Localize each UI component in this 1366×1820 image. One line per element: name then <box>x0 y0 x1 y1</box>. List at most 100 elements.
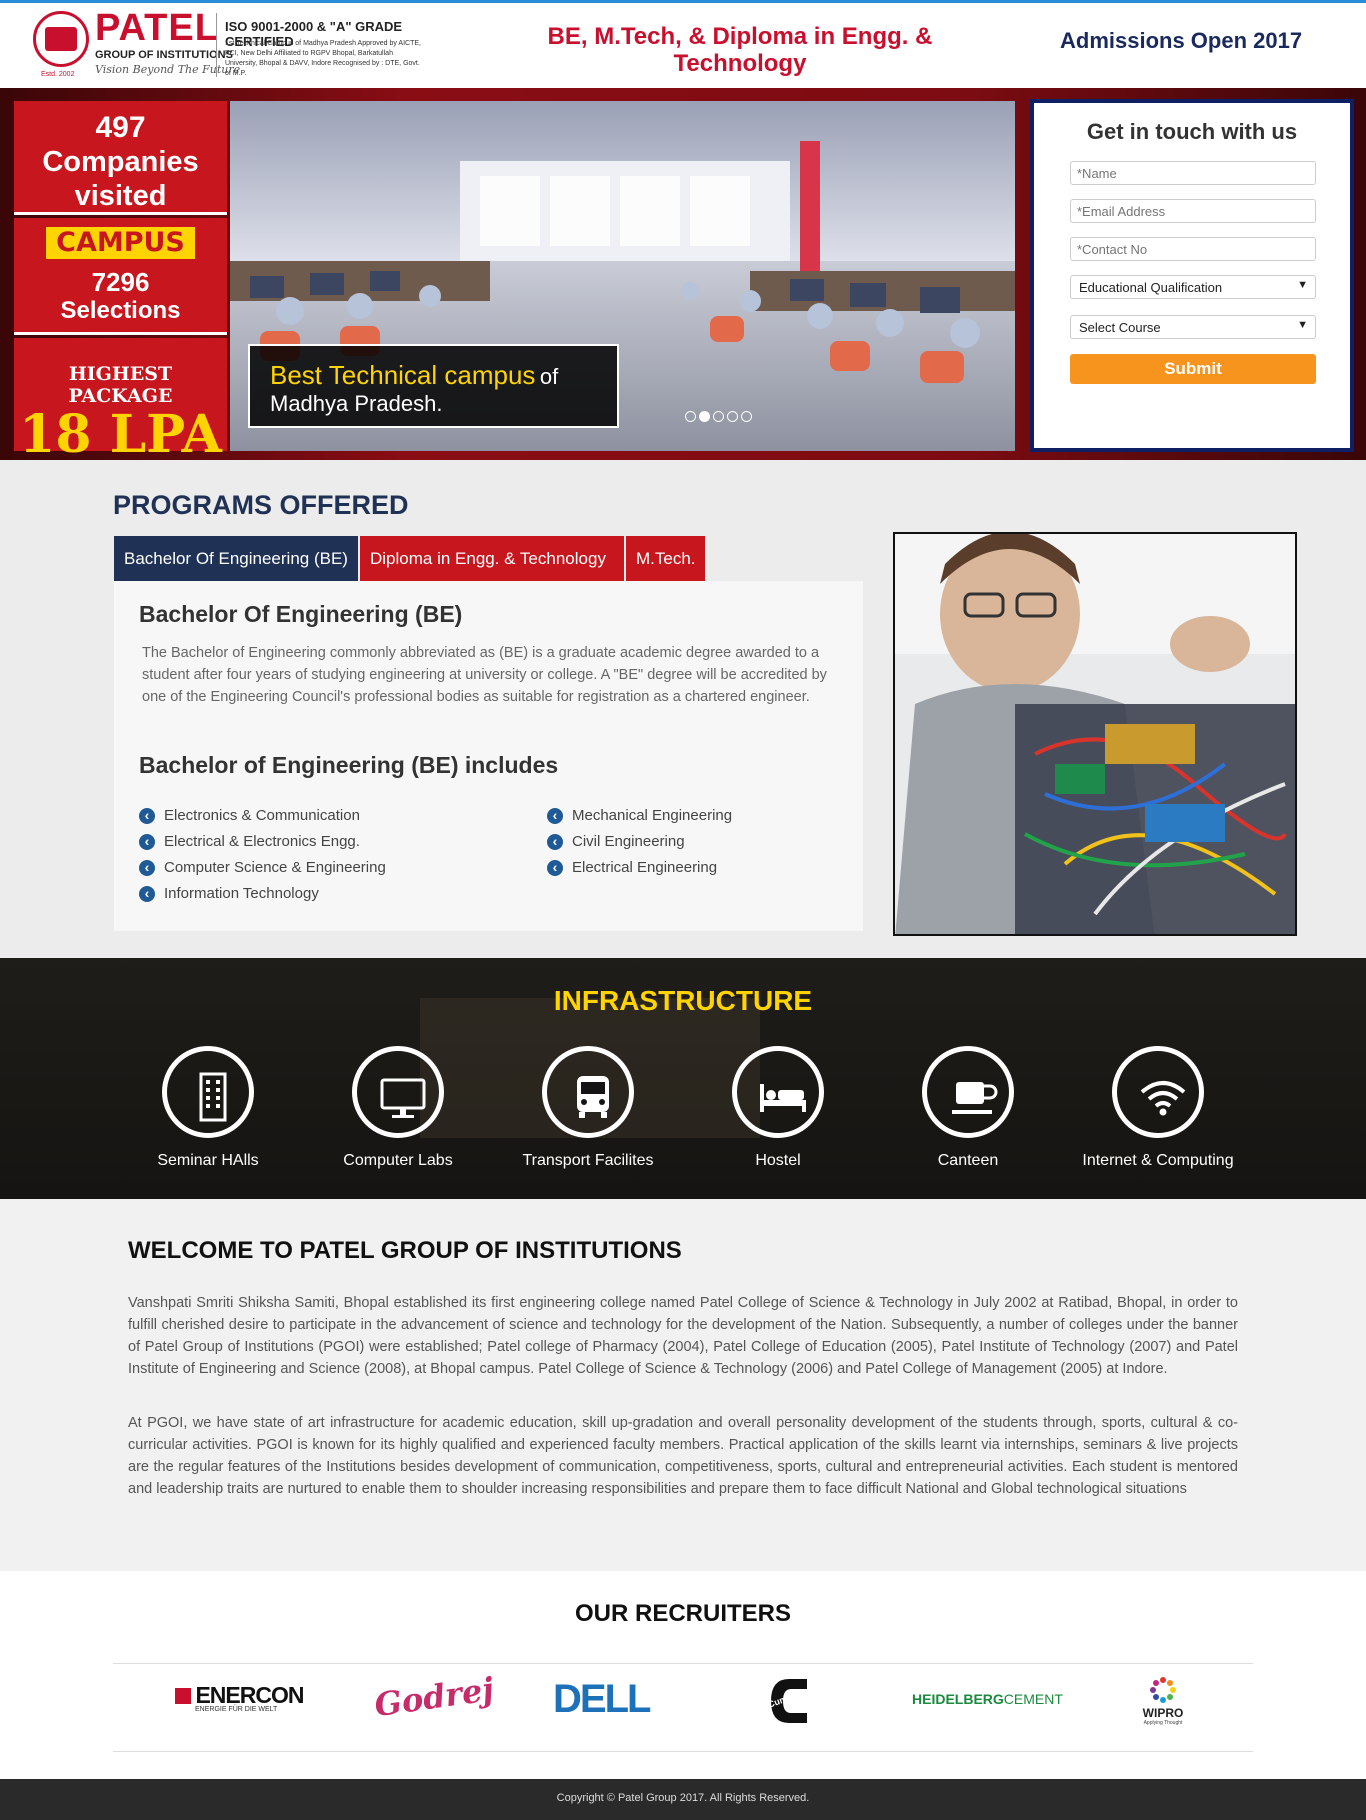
recruiters-section: OUR RECRUITERS ENERCON ENERGIE FÜR DIE W… <box>0 1571 1366 1779</box>
selections-label: Selections <box>60 297 181 324</box>
dropdown-arrow-icon: ▼ <box>1297 279 1308 291</box>
bus-icon <box>542 1046 634 1138</box>
recruiters-divider-bottom <box>113 1751 1253 1752</box>
branch-list-left: Electronics & Communication Electrical &… <box>139 807 386 911</box>
logo-divider <box>216 13 217 77</box>
list-item: Civil Engineering <box>547 833 732 859</box>
bed-icon <box>732 1046 824 1138</box>
list-item: Information Technology <box>139 885 386 911</box>
list-item: Mechanical Engineering <box>547 807 732 833</box>
slider-dot-3[interactable] <box>713 411 724 422</box>
qualification-value: Educational Qualification <box>1079 280 1223 295</box>
course-select[interactable]: Select Course ▼ <box>1070 315 1316 339</box>
highest-package-stat: HIGHEST PACKAGE 18 LPA <box>14 338 227 463</box>
programs-section: PROGRAMS OFFERED Bachelor Of Engineering… <box>0 460 1366 958</box>
highest-package-value: 18 LPA <box>19 404 222 465</box>
name-input[interactable] <box>1070 161 1316 185</box>
student-electronics-photo <box>893 532 1297 936</box>
list-item: Electronics & Communication <box>139 807 386 833</box>
infra-item-seminar-halls[interactable]: Seminar HAlls <box>118 1046 298 1170</box>
contact-input[interactable] <box>1070 237 1316 261</box>
companies-label-b: visited <box>74 180 167 212</box>
slider-dot-1[interactable] <box>685 411 696 422</box>
infra-item-computer-labs[interactable]: Computer Labs <box>308 1046 488 1170</box>
logo-tagline: Vision Beyond The Future <box>95 63 241 76</box>
course-value: Select Course <box>1079 320 1161 335</box>
qualification-select[interactable]: Educational Qualification ▼ <box>1070 275 1316 299</box>
branch-list-right: Mechanical Engineering Civil Engineering… <box>547 807 732 885</box>
logo-established: Estd. 2002 <box>41 71 75 78</box>
dropdown-arrow-icon: ▼ <box>1297 319 1308 331</box>
welcome-paragraph-1: Vanshpati Smriti Shiksha Samiti, Bhopal … <box>128 1295 1238 1377</box>
enquiry-form: Get in touch with us Educational Qualifi… <box>1030 99 1354 452</box>
infrastructure-section: INFRASTRUCTURE Seminar HAlls Computer La… <box>0 958 1366 1199</box>
selections-count: 7296 <box>91 267 150 297</box>
program-description: The Bachelor of Engineering commonly abb… <box>142 645 827 705</box>
tab-be[interactable]: Bachelor Of Engineering (BE) <box>114 536 358 581</box>
infra-label: Hostel <box>755 1152 801 1169</box>
highest-package-label: HIGHEST PACKAGE <box>68 363 173 407</box>
infrastructure-title: INFRASTRUCTURE <box>553 985 813 1016</box>
companies-count: 497 <box>95 111 146 144</box>
campus-image-slider[interactable]: Best Technical campus of Madhya Pradesh. <box>230 101 1015 451</box>
includes-heading: Bachelor of Engineering (BE) includes <box>139 752 559 778</box>
companies-visited-stat: 497 Companies visited <box>14 101 227 215</box>
slider-dot-4[interactable] <box>727 411 738 422</box>
copyright-text: Copyright © Patel Group 2017. All Rights… <box>556 1792 810 1804</box>
placement-stats: 497 Companies visited CAMPUS 7296 Select… <box>14 101 227 463</box>
infra-item-hostel[interactable]: Hostel <box>688 1046 868 1170</box>
tab-diploma[interactable]: Diploma in Engg. & Technology <box>360 536 624 581</box>
wifi-icon <box>1112 1046 1204 1138</box>
slide-caption: Best Technical campus of Madhya Pradesh. <box>248 344 619 428</box>
caption-location: Madhya Pradesh. <box>270 391 443 416</box>
admissions-open-heading: Admissions Open 2017 <box>1060 28 1303 53</box>
email-input[interactable] <box>1070 199 1316 223</box>
infra-item-internet[interactable]: Internet & Computing <box>1068 1046 1248 1170</box>
infra-label: Canteen <box>937 1152 999 1169</box>
infra-label: Transport Facilites <box>522 1152 654 1169</box>
slider-dots <box>685 409 755 423</box>
enercon-mark-icon <box>175 1687 191 1704</box>
programs-title: PROGRAMS OFFERED <box>113 490 409 520</box>
submit-button[interactable]: Submit <box>1070 354 1316 384</box>
monitor-icon <box>352 1046 444 1138</box>
cummins-logo: Cummins <box>765 1675 825 1727</box>
coffee-icon <box>922 1046 1014 1138</box>
caption-highlight: Best Technical campus <box>270 360 536 390</box>
recruiters-title: OUR RECRUITERS <box>574 1600 791 1627</box>
infra-item-canteen[interactable]: Canteen <box>878 1046 1058 1170</box>
header-programs-heading: BE, M.Tech, & Diploma in Engg. & Technol… <box>547 23 933 77</box>
slider-dot-5[interactable] <box>741 411 752 422</box>
welcome-section: WELCOME TO PATEL GROUP OF INSTITUTIONS V… <box>0 1199 1366 1571</box>
site-header: Estd. 2002 PATEL GROUP OF INSTITUTIONS V… <box>0 3 1366 88</box>
list-item: Computer Science & Engineering <box>139 859 386 885</box>
hero-banner: 497 Companies visited CAMPUS 7296 Select… <box>0 88 1366 463</box>
welcome-title: WELCOME TO PATEL GROUP OF INSTITUTIONS <box>128 1237 682 1264</box>
tab-mtech[interactable]: M.Tech. <box>626 536 705 581</box>
list-item: Electrical & Electronics Engg. <box>139 833 386 859</box>
infra-item-transport[interactable]: Transport Facilites <box>498 1046 678 1170</box>
caption-of: of <box>539 364 559 389</box>
logo-name: PATEL <box>95 7 219 49</box>
infra-label: Computer Labs <box>343 1152 453 1169</box>
infra-label: Internet & Computing <box>1082 1152 1234 1169</box>
infra-label: Seminar HAlls <box>157 1152 259 1169</box>
iso-certification-text: 1st Technical Campus of Madhya Pradesh A… <box>225 40 421 77</box>
slider-dot-2[interactable] <box>699 411 710 422</box>
logo-group: GROUP OF INSTITUTIONS <box>95 49 233 61</box>
program-content: Bachelor Of Engineering (BE) The Bachelo… <box>114 581 863 931</box>
wipro-logo: WIPRO Applying Thought <box>1138 1675 1188 1726</box>
campus-selections-stat: CAMPUS 7296 Selections <box>14 218 227 335</box>
recruiters-divider-top <box>113 1663 1253 1664</box>
list-item: Electrical Engineering <box>547 859 732 885</box>
site-logo[interactable]: Estd. 2002 PATEL GROUP OF INSTITUTIONS V… <box>33 7 423 81</box>
godrej-logo: Godrej <box>372 1669 497 1725</box>
program-heading: Bachelor Of Engineering (BE) <box>139 601 463 627</box>
form-title: Get in touch with us <box>1086 119 1298 144</box>
heidelbergcement-logo: HEIDELBERGCEMENT <box>912 1691 1063 1707</box>
enercon-logo: ENERCON ENERGIE FÜR DIE WELT <box>175 1682 310 1732</box>
site-footer: Copyright © Patel Group 2017. All Rights… <box>0 1779 1366 1820</box>
companies-label-a: Companies <box>42 146 199 178</box>
building-icon <box>162 1046 254 1138</box>
logo-emblem-icon <box>33 11 89 67</box>
